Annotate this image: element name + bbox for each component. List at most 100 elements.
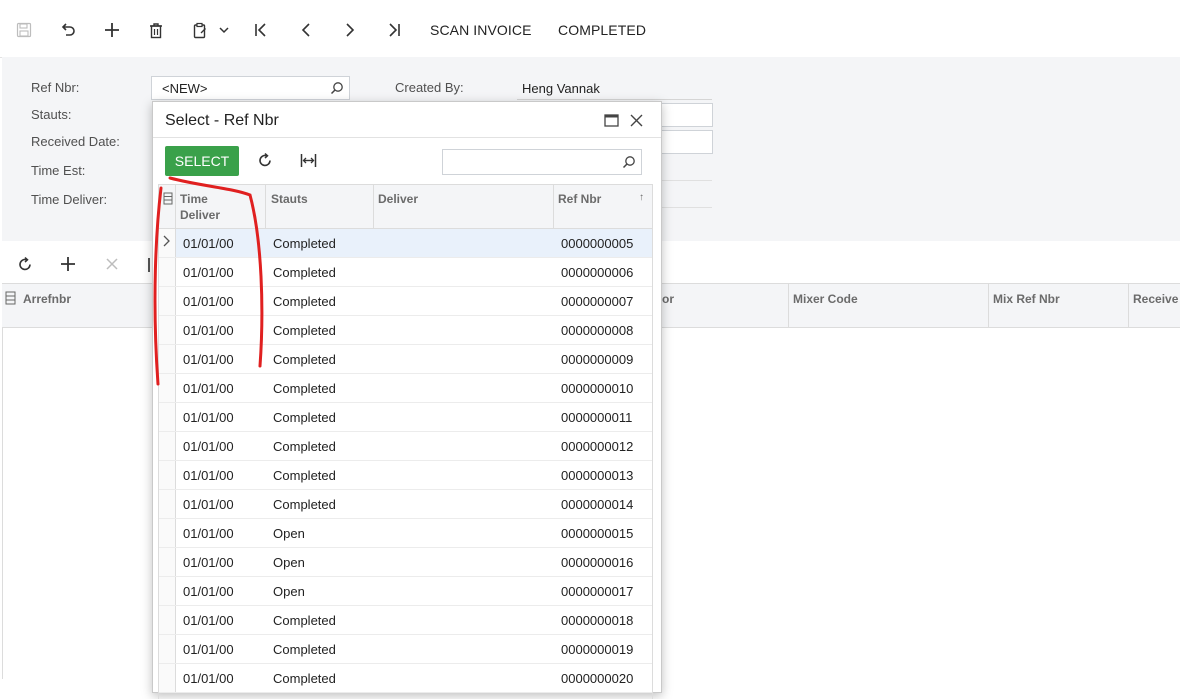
table-row[interactable]: 01/01/00 Completed 0000000018 (159, 606, 652, 635)
close-icon[interactable] (630, 114, 643, 130)
main-toolbar: SCAN INVOICE COMPLETED (0, 0, 1180, 58)
table-row[interactable]: 01/01/00 Completed 0000000009 (159, 345, 652, 374)
cell-ref-nbr: 0000000015 (561, 526, 634, 541)
cell-time-deliver: 01/01/00 (183, 613, 234, 628)
cell-time-deliver: 01/01/00 (183, 497, 234, 512)
row-selector[interactable] (159, 461, 176, 489)
dialog-title: Select - Ref Nbr (165, 112, 279, 129)
row-selector[interactable] (159, 519, 176, 547)
cell-time-deliver: 01/01/00 (183, 410, 234, 425)
row-selector[interactable] (159, 258, 176, 286)
scan-invoice-button[interactable]: SCAN INVOICE (430, 22, 532, 38)
row-selector[interactable] (159, 432, 176, 460)
col-received[interactable]: Receive (1133, 292, 1178, 306)
ref-nbr-value: <NEW> (162, 81, 208, 96)
chevron-right-icon[interactable] (340, 20, 360, 40)
col-separator (1128, 284, 1129, 328)
col-deliver[interactable]: Deliver (378, 191, 418, 207)
grid-toolbar-more-icon[interactable] (148, 258, 150, 272)
row-selector[interactable] (159, 229, 176, 257)
table-row[interactable]: 01/01/00 Completed 0000000012 (159, 432, 652, 461)
ref-nbr-label: Ref Nbr: (31, 80, 80, 95)
add-row-icon[interactable] (60, 256, 76, 275)
sort-ascending-icon[interactable]: ↑ (639, 190, 644, 206)
table-row[interactable]: 01/01/00 Completed 0000000013 (159, 461, 652, 490)
trash-icon[interactable] (146, 20, 166, 40)
column-config-icon[interactable] (163, 192, 173, 208)
col-mixer-code[interactable]: Mixer Code (793, 292, 858, 306)
table-row[interactable]: 01/01/00 Completed 0000000005 (159, 229, 652, 258)
cell-ref-nbr: 0000000019 (561, 642, 634, 657)
maximize-icon[interactable] (604, 114, 619, 130)
cell-time-deliver: 01/01/00 (183, 555, 234, 570)
refresh-icon[interactable] (17, 256, 34, 276)
cell-status: Completed (273, 497, 336, 512)
select-button[interactable]: SELECT (165, 146, 239, 176)
search-icon[interactable] (622, 155, 636, 172)
row-selector[interactable] (159, 287, 176, 315)
completed-button[interactable]: COMPLETED (558, 22, 646, 38)
table-row[interactable]: 01/01/00 Completed 0000000011 (159, 403, 652, 432)
search-icon[interactable] (330, 81, 344, 98)
table-row[interactable]: 01/01/00 Completed 0000000014 (159, 490, 652, 519)
created-by-label: Created By: (395, 80, 464, 95)
col-mix-ref-nbr[interactable]: Mix Ref Nbr (993, 292, 1060, 306)
col-separator (373, 185, 374, 228)
cell-ref-nbr: 0000000009 (561, 352, 634, 367)
first-page-icon[interactable] (251, 20, 271, 40)
cell-status: Completed (273, 439, 336, 454)
row-selector[interactable] (159, 606, 176, 634)
column-config-icon[interactable] (5, 291, 16, 308)
table-row[interactable]: 01/01/00 Open 0000000017 (159, 577, 652, 606)
last-page-icon[interactable] (384, 20, 404, 40)
cell-ref-nbr: 0000000012 (561, 439, 634, 454)
chevron-down-icon[interactable] (214, 20, 234, 40)
row-selector[interactable] (159, 345, 176, 373)
table-row[interactable]: 01/01/00 Open 0000000016 (159, 548, 652, 577)
delete-row-icon[interactable] (105, 257, 119, 274)
col-separator (788, 284, 789, 328)
cell-status: Completed (273, 323, 336, 338)
time-deliver-label: Time Deliver: (31, 192, 108, 207)
save-icon[interactable] (14, 20, 34, 40)
row-selector[interactable] (159, 316, 176, 344)
table-row[interactable]: 01/01/00 Open 0000000015 (159, 519, 652, 548)
table-row[interactable]: 01/01/00 Completed 0000000010 (159, 374, 652, 403)
col-arrefnbr[interactable]: Arrefnbr (23, 292, 71, 306)
dialog-search-input[interactable] (442, 149, 642, 175)
table-row[interactable]: 01/01/00 Completed 0000000008 (159, 316, 652, 345)
cell-time-deliver: 01/01/00 (183, 236, 234, 251)
col-status[interactable]: Stauts (271, 191, 308, 207)
dialog-header-divider (153, 137, 661, 138)
table-row[interactable]: 01/01/00 Completed 0000000019 (159, 635, 652, 664)
cell-time-deliver: 01/01/00 (183, 381, 234, 396)
cell-status: Open (273, 584, 305, 599)
clipboard-icon[interactable] (190, 20, 210, 40)
cell-status: Completed (273, 381, 336, 396)
row-selector[interactable] (159, 577, 176, 605)
col-time-deliver-line2[interactable]: Deliver (180, 207, 220, 223)
fit-columns-icon[interactable] (300, 153, 317, 171)
undo-icon[interactable] (58, 20, 78, 40)
row-selector[interactable] (159, 635, 176, 663)
chevron-left-icon[interactable] (296, 20, 316, 40)
row-selector[interactable] (159, 374, 176, 402)
row-selector[interactable] (159, 490, 176, 518)
row-selector[interactable] (159, 548, 176, 576)
table-row[interactable]: 01/01/00 Completed 0000000006 (159, 258, 652, 287)
form-divider-2 (657, 207, 712, 208)
row-selector[interactable] (159, 664, 176, 692)
ref-nbr-field[interactable]: <NEW> (151, 76, 350, 100)
refresh-icon[interactable] (257, 152, 274, 172)
form-field-right-1[interactable] (657, 103, 713, 127)
cell-time-deliver: 01/01/00 (183, 468, 234, 483)
table-row[interactable]: 01/01/00 Completed 0000000007 (159, 287, 652, 316)
col-ref-nbr[interactable]: Ref Nbr (558, 191, 601, 207)
col-time-deliver-line1[interactable]: Time (180, 191, 208, 207)
row-selector[interactable] (159, 403, 176, 431)
form-field-right-2[interactable] (657, 130, 713, 154)
cell-ref-nbr: 0000000011 (561, 410, 633, 425)
cell-time-deliver: 01/01/00 (183, 323, 234, 338)
col-partial[interactable]: or (662, 292, 674, 306)
plus-icon[interactable] (102, 20, 122, 40)
